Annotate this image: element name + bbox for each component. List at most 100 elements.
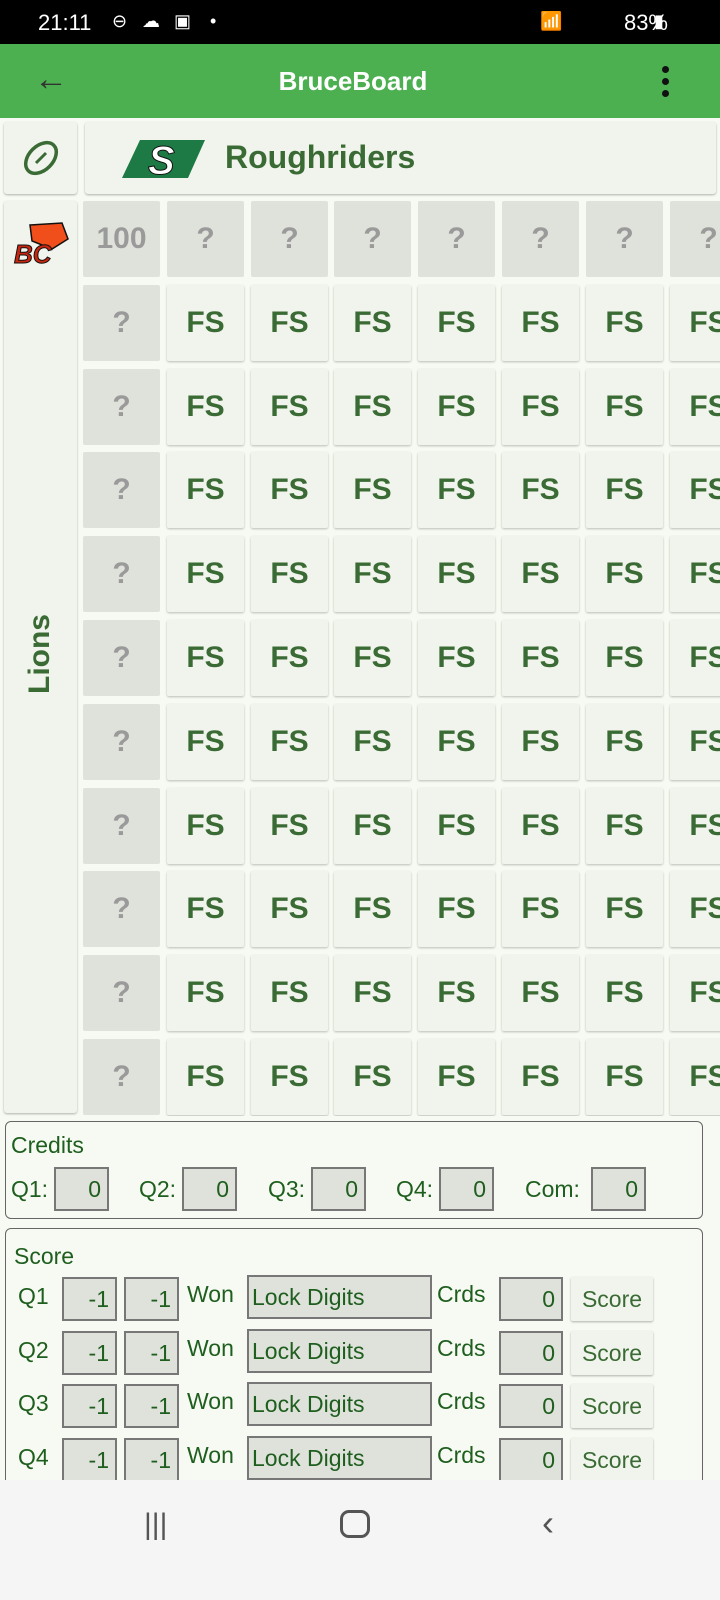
square-cell[interactable]: FS	[670, 788, 720, 864]
square-cell[interactable]: FS	[418, 536, 495, 612]
side-team-header[interactable]: BC Lions	[4, 201, 77, 1113]
quarter-credits-input[interactable]: 0	[499, 1437, 563, 1482]
square-cell[interactable]: FS	[334, 871, 411, 947]
football-button[interactable]	[4, 122, 77, 194]
score-button[interactable]: Score	[571, 1437, 653, 1482]
score-button[interactable]: Score	[571, 1384, 653, 1428]
square-cell[interactable]: FS	[670, 285, 720, 361]
system-back-icon[interactable]: ‹	[542, 1502, 554, 1544]
square-cell[interactable]: FS	[167, 704, 244, 780]
square-cell[interactable]: FS	[251, 536, 328, 612]
square-cell[interactable]: FS	[586, 871, 663, 947]
square-cell[interactable]: FS	[670, 704, 720, 780]
square-cell[interactable]: FS	[418, 704, 495, 780]
score-digit-b-input[interactable]: -1	[124, 1384, 179, 1428]
more-menu-icon[interactable]	[662, 66, 670, 102]
quarter-credits-input[interactable]: 0	[499, 1277, 563, 1321]
square-cell[interactable]: FS	[167, 871, 244, 947]
winner-input[interactable]: Lock Digits	[247, 1275, 432, 1319]
square-cell[interactable]: FS	[670, 452, 720, 528]
square-cell[interactable]: FS	[167, 1039, 244, 1115]
square-cell[interactable]: FS	[418, 620, 495, 696]
square-cell[interactable]: FS	[670, 955, 720, 1031]
square-cell[interactable]: FS	[251, 285, 328, 361]
square-cell[interactable]: FS	[670, 1039, 720, 1115]
square-cell[interactable]: FS	[418, 871, 495, 947]
score-digit-b-input[interactable]: -1	[124, 1437, 179, 1482]
square-cell[interactable]: FS	[502, 871, 579, 947]
square-cell[interactable]: FS	[251, 704, 328, 780]
square-cell[interactable]: FS	[502, 620, 579, 696]
winner-input[interactable]: Lock Digits	[247, 1328, 432, 1373]
score-digit-a-input[interactable]: -1	[62, 1330, 117, 1375]
square-cell[interactable]: FS	[418, 452, 495, 528]
score-digit-a-input[interactable]: -1	[62, 1384, 117, 1428]
square-cell[interactable]: FS	[251, 369, 328, 445]
square-cell[interactable]: FS	[167, 955, 244, 1031]
square-cell[interactable]: FS	[418, 955, 495, 1031]
square-cell[interactable]: FS	[334, 1039, 411, 1115]
square-cell[interactable]: FS	[251, 871, 328, 947]
winner-input[interactable]: Lock Digits	[247, 1435, 432, 1480]
credit-input[interactable]: 0	[439, 1167, 494, 1211]
square-cell[interactable]: FS	[670, 536, 720, 612]
square-cell[interactable]: FS	[418, 369, 495, 445]
square-cell[interactable]: FS	[167, 452, 244, 528]
square-cell[interactable]: FS	[334, 704, 411, 780]
square-cell[interactable]: FS	[334, 452, 411, 528]
square-cell[interactable]: FS	[334, 955, 411, 1031]
square-cell[interactable]: FS	[502, 452, 579, 528]
score-digit-b-input[interactable]: -1	[124, 1277, 179, 1321]
square-cell[interactable]: FS	[167, 285, 244, 361]
square-cell[interactable]: FS	[670, 620, 720, 696]
square-cell[interactable]: FS	[167, 620, 244, 696]
square-cell[interactable]: FS	[670, 871, 720, 947]
square-cell[interactable]: FS	[586, 955, 663, 1031]
square-cell[interactable]: FS	[334, 369, 411, 445]
square-cell[interactable]: FS	[418, 1039, 495, 1115]
square-cell[interactable]: FS	[251, 788, 328, 864]
square-cell[interactable]: FS	[502, 955, 579, 1031]
square-cell[interactable]: FS	[251, 1039, 328, 1115]
square-cell[interactable]: FS	[502, 788, 579, 864]
square-cell[interactable]: FS	[251, 452, 328, 528]
square-cell[interactable]: FS	[586, 285, 663, 361]
square-cell[interactable]: FS	[334, 788, 411, 864]
credit-input[interactable]: 0	[182, 1167, 237, 1211]
square-cell[interactable]: FS	[502, 704, 579, 780]
square-cell[interactable]: FS	[418, 285, 495, 361]
square-cell[interactable]: FS	[167, 788, 244, 864]
score-digit-b-input[interactable]: -1	[124, 1330, 179, 1375]
square-cell[interactable]: FS	[586, 452, 663, 528]
home-icon[interactable]	[340, 1510, 370, 1538]
square-cell[interactable]: FS	[586, 620, 663, 696]
score-button[interactable]: Score	[571, 1330, 653, 1375]
square-cell[interactable]: FS	[502, 1039, 579, 1115]
square-cell[interactable]: FS	[167, 369, 244, 445]
score-digit-a-input[interactable]: -1	[62, 1437, 117, 1482]
square-cell[interactable]: FS	[334, 536, 411, 612]
square-cell[interactable]: FS	[502, 536, 579, 612]
credit-input[interactable]: 0	[54, 1167, 109, 1211]
square-cell[interactable]: FS	[502, 285, 579, 361]
winner-input[interactable]: Lock Digits	[247, 1382, 432, 1426]
square-cell[interactable]: FS	[670, 369, 720, 445]
square-cell[interactable]: FS	[167, 536, 244, 612]
credit-input[interactable]: 0	[591, 1167, 646, 1211]
square-cell[interactable]: FS	[586, 1039, 663, 1115]
square-cell[interactable]: FS	[586, 704, 663, 780]
square-cell[interactable]: FS	[586, 369, 663, 445]
quarter-credits-input[interactable]: 0	[499, 1384, 563, 1428]
credit-input[interactable]: 0	[311, 1167, 366, 1211]
square-cell[interactable]: FS	[251, 620, 328, 696]
score-digit-a-input[interactable]: -1	[62, 1277, 117, 1321]
square-cell[interactable]: FS	[502, 369, 579, 445]
square-cell[interactable]: FS	[251, 955, 328, 1031]
top-team-header[interactable]: S Roughriders	[85, 122, 716, 194]
square-cell[interactable]: FS	[586, 788, 663, 864]
square-cell[interactable]: FS	[334, 620, 411, 696]
square-cell[interactable]: FS	[334, 285, 411, 361]
square-cell[interactable]: FS	[586, 536, 663, 612]
quarter-credits-input[interactable]: 0	[499, 1330, 563, 1375]
score-button[interactable]: Score	[571, 1277, 653, 1321]
